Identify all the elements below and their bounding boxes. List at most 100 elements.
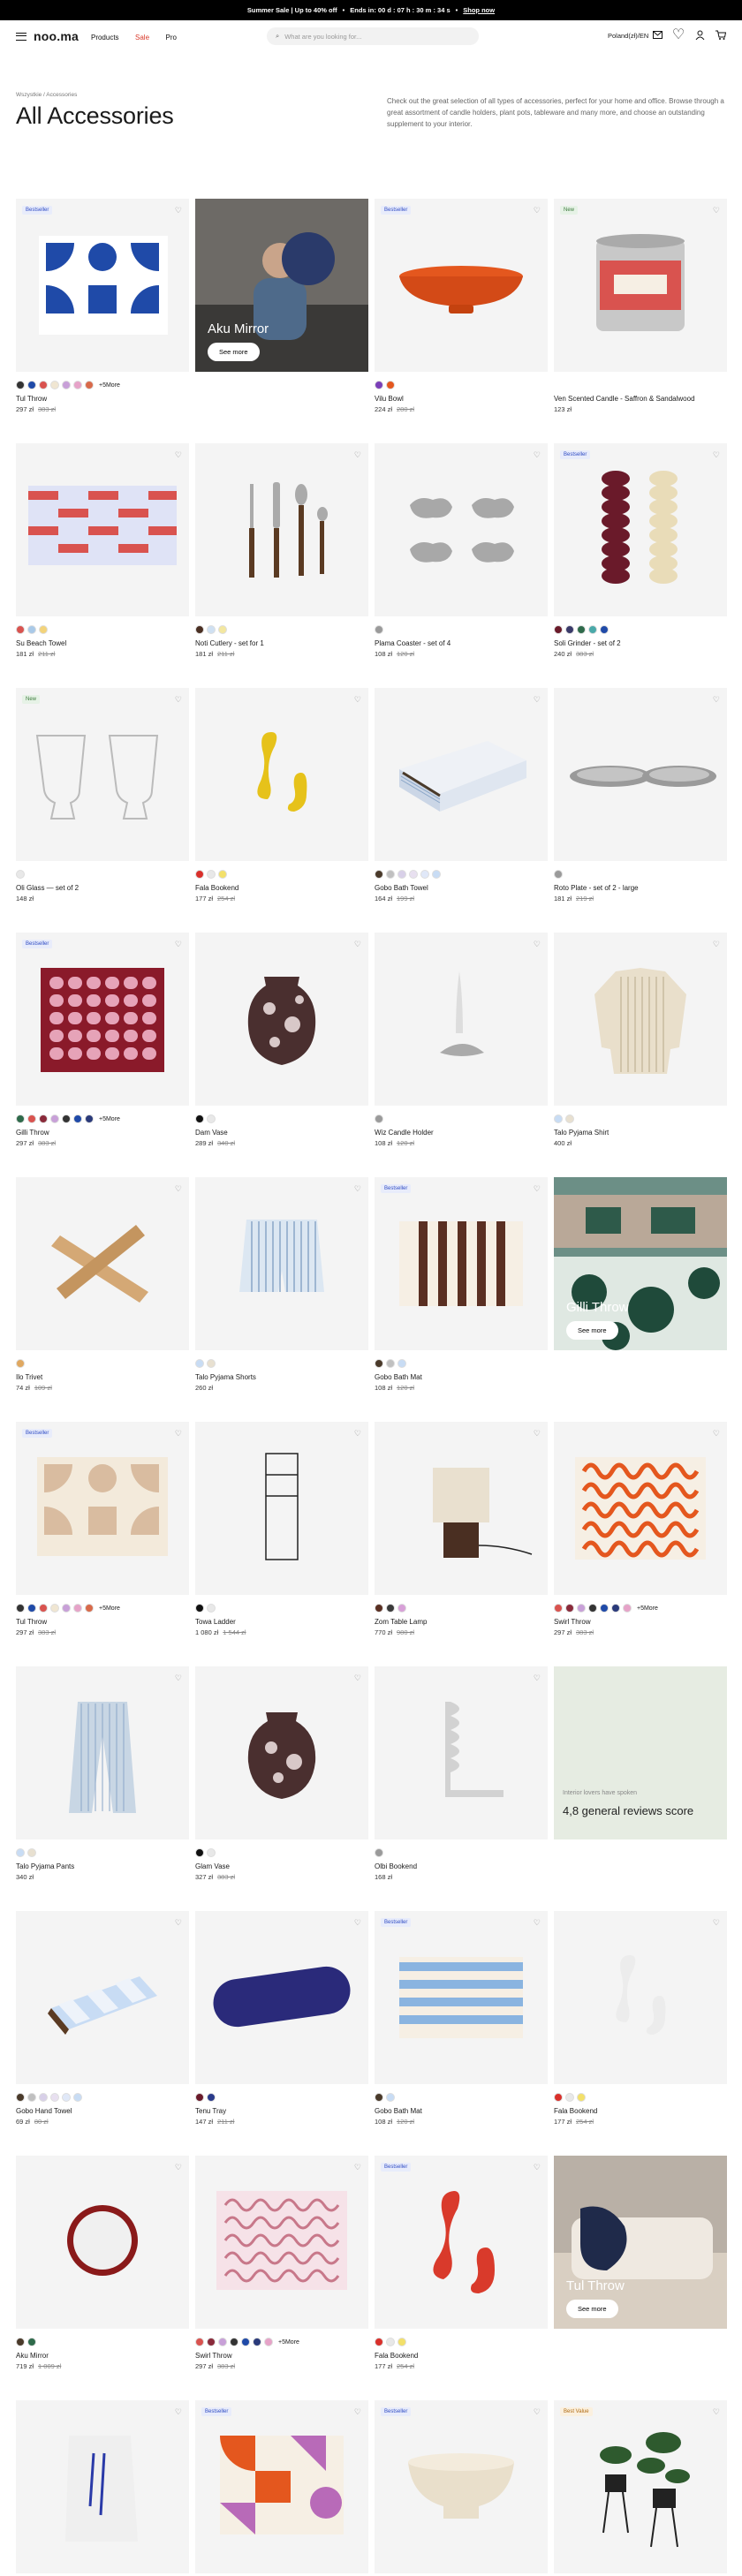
product-name[interactable]: Talo Pyjama Shorts — [195, 1373, 256, 1381]
product-image[interactable]: ♡ — [195, 688, 368, 861]
color-swatch[interactable] — [588, 1604, 597, 1613]
wishlist-heart-icon[interactable]: ♡ — [713, 450, 720, 460]
wishlist-heart-icon[interactable]: ♡ — [354, 940, 361, 949]
product-name[interactable]: Gobo Hand Towel — [16, 2107, 72, 2115]
color-swatch[interactable] — [554, 2093, 563, 2102]
product-image[interactable]: ♡ — [16, 1911, 189, 2084]
color-swatch[interactable] — [600, 625, 609, 634]
wishlist-heart-icon[interactable]: ♡ — [713, 695, 720, 705]
wishlist-heart-icon[interactable]: ♡ — [354, 2163, 361, 2172]
heart-icon[interactable]: ♡ — [672, 27, 685, 42]
product-image[interactable]: ♡ — [554, 1911, 727, 2084]
product-name[interactable]: Gilli Throw — [16, 1129, 49, 1137]
wishlist-heart-icon[interactable]: ♡ — [175, 1918, 182, 1928]
color-swatch[interactable] — [195, 1848, 204, 1857]
product-image[interactable]: ♡ — [16, 2400, 189, 2573]
product-image[interactable]: Best Value ♡ — [554, 2400, 727, 2573]
product-image[interactable]: Aku Mirror See more — [195, 199, 368, 372]
product-image[interactable]: ♡ — [554, 688, 727, 861]
product-image[interactable]: ♡ — [375, 443, 548, 616]
wishlist-heart-icon[interactable]: ♡ — [713, 940, 720, 949]
product-image[interactable]: ♡ — [195, 1177, 368, 1350]
color-swatch[interactable] — [85, 1604, 94, 1613]
product-image[interactable]: ♡ — [554, 933, 727, 1106]
product-name[interactable]: Fala Bookend — [554, 2107, 597, 2115]
product-image[interactable]: Bestseller ♡ — [16, 199, 189, 372]
product-name[interactable]: Gobo Bath Towel — [375, 884, 428, 892]
product-name[interactable]: Tul Throw — [16, 395, 47, 403]
product-name[interactable]: Soli Grinder - set of 2 — [554, 639, 621, 647]
more-colors-link[interactable]: +5More — [99, 382, 120, 389]
product-name[interactable]: Swirl Throw — [554, 1618, 591, 1626]
color-swatch[interactable] — [554, 870, 563, 879]
product-image[interactable]: Bestseller ♡ — [195, 2400, 368, 2573]
nav-pro[interactable]: Pro — [165, 34, 176, 42]
product-name[interactable]: Tul Throw — [16, 1618, 47, 1626]
wishlist-heart-icon[interactable]: ♡ — [534, 2407, 541, 2417]
color-swatch[interactable] — [207, 870, 216, 879]
color-swatch[interactable] — [623, 1604, 632, 1613]
color-swatch[interactable] — [398, 870, 406, 879]
product-image[interactable]: ♡ — [195, 2156, 368, 2329]
product-name[interactable]: Swirl Throw — [195, 2352, 232, 2360]
color-swatch[interactable] — [432, 870, 441, 879]
wishlist-heart-icon[interactable]: ♡ — [354, 1673, 361, 1683]
color-swatch[interactable] — [375, 1114, 383, 1123]
color-swatch[interactable] — [85, 1114, 94, 1123]
color-swatch[interactable] — [420, 870, 429, 879]
product-name[interactable]: Olbi Bookend — [375, 1862, 417, 1870]
color-swatch[interactable] — [27, 625, 36, 634]
color-swatch[interactable] — [62, 1604, 71, 1613]
product-image[interactable]: Bestseller ♡ — [16, 933, 189, 1106]
product-image[interactable]: Bestseller ♡ — [16, 1422, 189, 1595]
see-more-button[interactable]: See more — [566, 2300, 618, 2318]
color-swatch[interactable] — [195, 625, 204, 634]
color-swatch[interactable] — [207, 2338, 216, 2346]
wishlist-heart-icon[interactable]: ♡ — [175, 2163, 182, 2172]
color-swatch[interactable] — [207, 2093, 216, 2102]
color-swatch[interactable] — [218, 870, 227, 879]
color-swatch[interactable] — [398, 1359, 406, 1368]
color-swatch[interactable] — [207, 1848, 216, 1857]
wishlist-heart-icon[interactable]: ♡ — [534, 206, 541, 215]
product-name[interactable]: Zom Table Lamp — [375, 1618, 427, 1626]
user-icon[interactable] — [694, 29, 705, 40]
wishlist-heart-icon[interactable]: ♡ — [175, 206, 182, 215]
color-swatch[interactable] — [50, 2093, 59, 2102]
color-swatch[interactable] — [16, 2338, 25, 2346]
product-image[interactable]: Bestseller ♡ — [375, 2400, 548, 2573]
wishlist-heart-icon[interactable]: ♡ — [354, 1918, 361, 1928]
product-image[interactable]: ♡ — [375, 933, 548, 1106]
color-swatch[interactable] — [565, 2093, 574, 2102]
product-name[interactable]: Plama Coaster - set of 4 — [375, 639, 450, 647]
color-swatch[interactable] — [386, 2093, 395, 2102]
color-swatch[interactable] — [27, 381, 36, 389]
color-swatch[interactable] — [207, 1114, 216, 1123]
color-swatch[interactable] — [375, 1848, 383, 1857]
product-name[interactable]: Gobo Bath Mat — [375, 1373, 422, 1381]
wishlist-heart-icon[interactable]: ♡ — [175, 1673, 182, 1683]
color-swatch[interactable] — [386, 1604, 395, 1613]
color-swatch[interactable] — [577, 1604, 586, 1613]
color-swatch[interactable] — [16, 2093, 25, 2102]
color-swatch[interactable] — [39, 2093, 48, 2102]
nav-sale[interactable]: Sale — [135, 34, 149, 42]
color-swatch[interactable] — [50, 1114, 59, 1123]
product-image[interactable]: Gilli Throw See more — [554, 1177, 727, 1350]
product-name[interactable]: Su Beach Towel — [16, 639, 66, 647]
product-image[interactable]: ♡ — [195, 1911, 368, 2084]
product-image[interactable]: ♡ — [16, 2156, 189, 2329]
menu-icon[interactable] — [16, 32, 26, 41]
product-name[interactable]: Talo Pyjama Shirt — [554, 1129, 609, 1137]
wishlist-heart-icon[interactable]: ♡ — [354, 695, 361, 705]
color-swatch[interactable] — [16, 1114, 25, 1123]
color-swatch[interactable] — [195, 870, 204, 879]
wishlist-heart-icon[interactable]: ♡ — [534, 1673, 541, 1683]
product-name[interactable]: Towa Ladder — [195, 1618, 236, 1626]
product-image[interactable]: New ♡ — [554, 199, 727, 372]
color-swatch[interactable] — [375, 1359, 383, 1368]
product-name[interactable]: Dam Vase — [195, 1129, 228, 1137]
color-swatch[interactable] — [565, 1604, 574, 1613]
product-name[interactable]: Tenu Tray — [195, 2107, 226, 2115]
wishlist-heart-icon[interactable]: ♡ — [534, 940, 541, 949]
